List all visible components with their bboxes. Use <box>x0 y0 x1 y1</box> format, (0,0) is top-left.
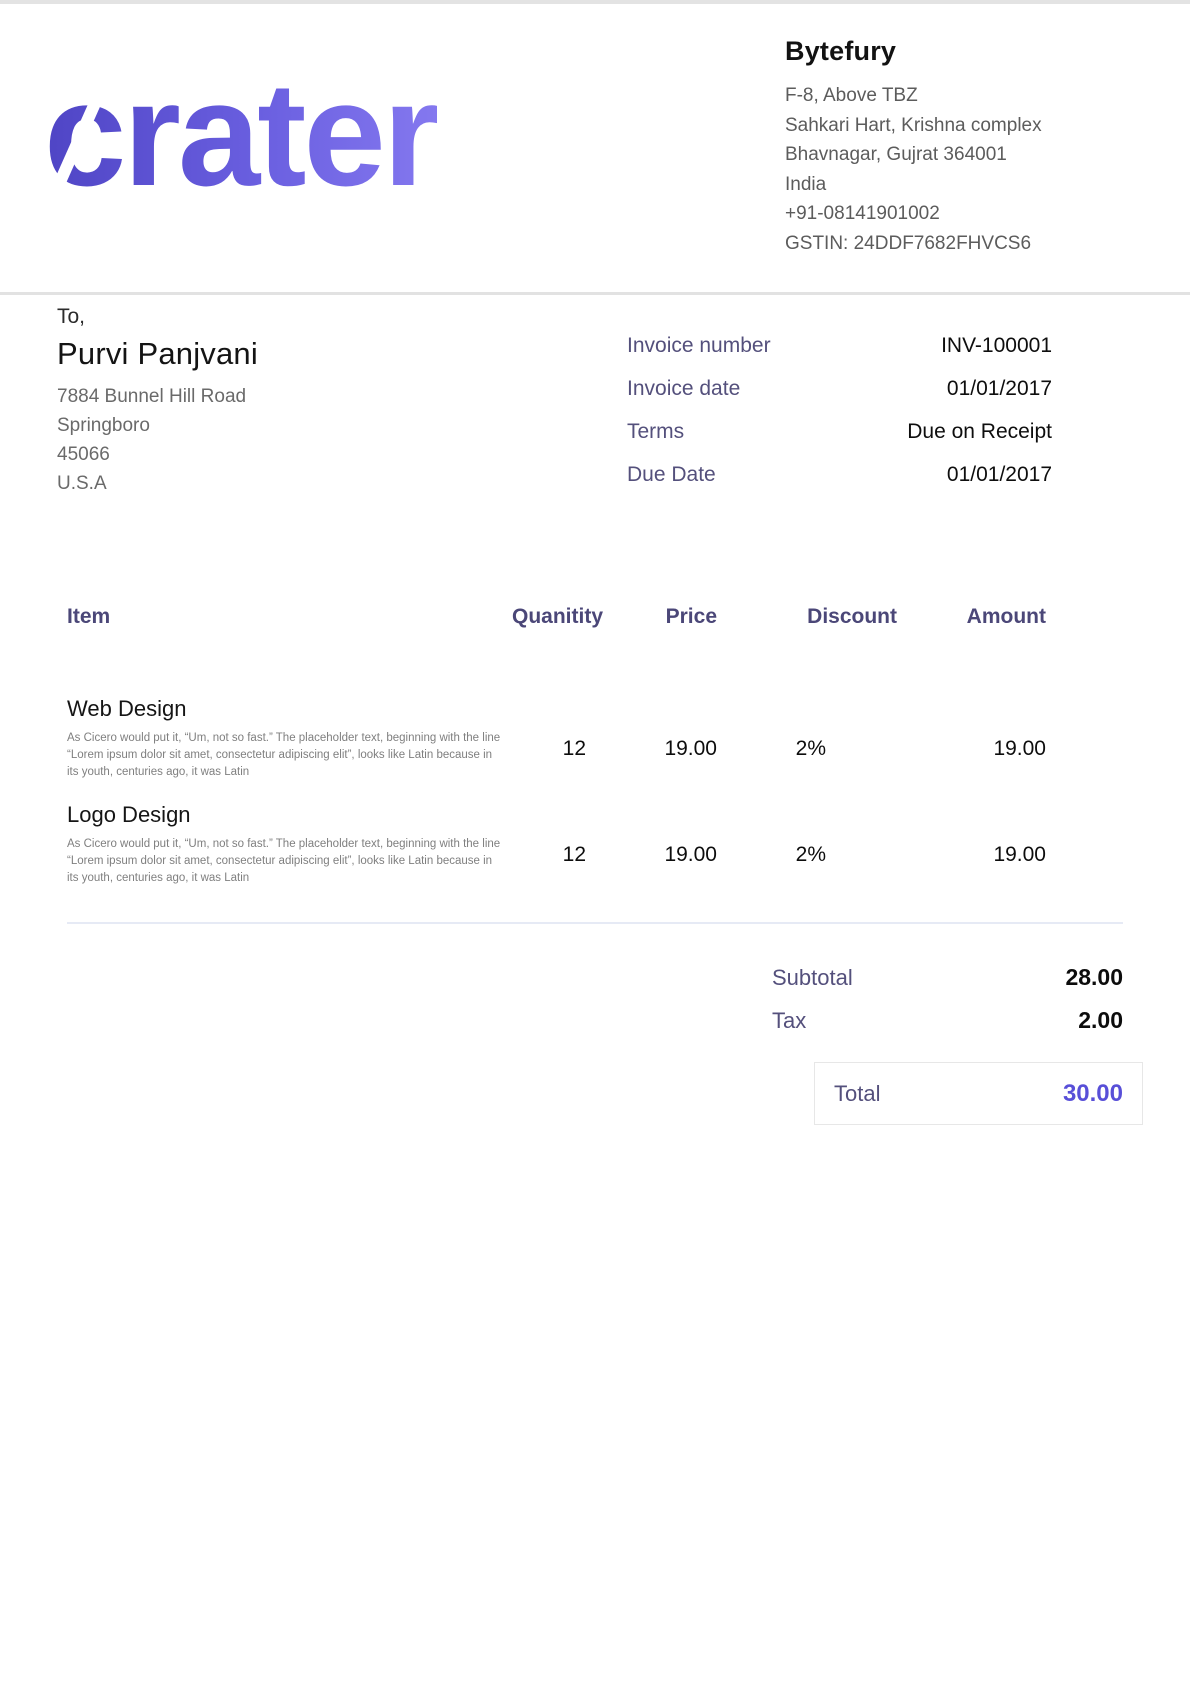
crater-logo: crater <box>44 60 504 210</box>
item-price: 19.00 <box>595 801 717 887</box>
item-description: As Cicero would put it, “Um, not so fast… <box>67 836 504 887</box>
item-quantity: 12 <box>512 695 595 781</box>
customer-address-line: U.S.A <box>57 469 477 498</box>
tax-value: 2.00 <box>1078 1007 1123 1034</box>
due-date-row: Due Date 01/01/2017 <box>627 463 1052 494</box>
row-spacer <box>1046 695 1123 781</box>
invoice-number-row: Invoice number INV-100001 <box>627 334 1052 365</box>
company-info: Bytefury F-8, Above TBZ Sahkari Hart, Kr… <box>785 36 1155 258</box>
item-description: As Cicero would put it, “Um, not so fast… <box>67 730 504 781</box>
items-table-header: Item Quanitity Price Discount Amount <box>67 605 1123 629</box>
company-address-line: Sahkari Hart, Krishna complex <box>785 111 1155 141</box>
tax-row: Tax 2.00 <box>772 1007 1123 1039</box>
items-table: Item Quanitity Price Discount Amount Web… <box>67 605 1123 924</box>
invoice-document: crater Bytefury F-8, Above TBZ Sahkari H… <box>0 0 1190 1684</box>
terms-row: Terms Due on Receipt <box>627 420 1052 451</box>
invoice-meta-section: Invoice number INV-100001 Invoice date 0… <box>627 334 1052 506</box>
company-gstin: GSTIN: 24DDF7682FHVCS6 <box>785 229 1155 259</box>
due-date-label: Due Date <box>627 463 716 487</box>
customer-address-line: 45066 <box>57 440 477 469</box>
company-address-line: Bhavnagar, Gujrat 364001 <box>785 140 1155 170</box>
invoice-date-label: Invoice date <box>627 377 740 401</box>
item-amount: 19.00 <box>897 801 1046 887</box>
row-spacer <box>1046 801 1123 887</box>
company-name: Bytefury <box>785 36 1155 67</box>
terms-label: Terms <box>627 420 684 444</box>
terms-value: Due on Receipt <box>907 420 1052 444</box>
company-address-line: F-8, Above TBZ <box>785 81 1155 111</box>
subtotal-label: Subtotal <box>772 965 853 991</box>
customer-address: 7884 Bunnel Hill Road Springboro 45066 U… <box>57 382 477 498</box>
bill-to-section: To, Purvi Panjvani 7884 Bunnel Hill Road… <box>57 305 477 498</box>
item-name: Web Design <box>67 695 512 723</box>
table-row: Web Design As Cicero would put it, “Um, … <box>67 695 1123 781</box>
column-header-item: Item <box>67 605 512 629</box>
grand-total-box: Total 30.00 <box>814 1062 1143 1125</box>
company-phone: +91-08141901002 <box>785 199 1155 229</box>
bill-to-label: To, <box>57 305 477 329</box>
due-date-value: 01/01/2017 <box>947 463 1052 487</box>
column-header-discount: Discount <box>717 605 897 629</box>
tax-label: Tax <box>772 1008 806 1034</box>
subtotal-row: Subtotal 28.00 <box>772 964 1123 996</box>
item-price: 19.00 <box>595 695 717 781</box>
item-cell: Web Design As Cicero would put it, “Um, … <box>67 695 512 781</box>
grand-total-value: 30.00 <box>1063 1080 1123 1108</box>
column-header-price: Price <box>595 605 717 629</box>
table-row: Logo Design As Cicero would put it, “Um,… <box>67 801 1123 887</box>
table-bottom-divider <box>67 922 1123 924</box>
header-divider <box>0 292 1190 295</box>
item-name: Logo Design <box>67 801 512 829</box>
company-address: F-8, Above TBZ Sahkari Hart, Krishna com… <box>785 81 1155 258</box>
column-header-quantity: Quanitity <box>512 605 595 629</box>
customer-name: Purvi Panjvani <box>57 336 477 372</box>
item-amount: 19.00 <box>897 695 1046 781</box>
column-header-spacer <box>1046 605 1123 629</box>
invoice-number-value: INV-100001 <box>941 334 1052 358</box>
column-header-amount: Amount <box>897 605 1046 629</box>
customer-address-line: 7884 Bunnel Hill Road <box>57 382 477 411</box>
subtotal-value: 28.00 <box>1065 964 1123 991</box>
customer-address-line: Springboro <box>57 411 477 440</box>
grand-total-label: Total <box>834 1081 880 1107</box>
item-cell: Logo Design As Cicero would put it, “Um,… <box>67 801 512 887</box>
item-quantity: 12 <box>512 801 595 887</box>
company-address-line: India <box>785 170 1155 200</box>
item-discount: 2% <box>717 801 897 887</box>
totals-section: Subtotal 28.00 Tax 2.00 <box>772 964 1123 1050</box>
invoice-date-value: 01/01/2017 <box>947 377 1052 401</box>
top-border <box>0 0 1190 4</box>
invoice-date-row: Invoice date 01/01/2017 <box>627 377 1052 408</box>
invoice-number-label: Invoice number <box>627 334 771 358</box>
item-discount: 2% <box>717 695 897 781</box>
